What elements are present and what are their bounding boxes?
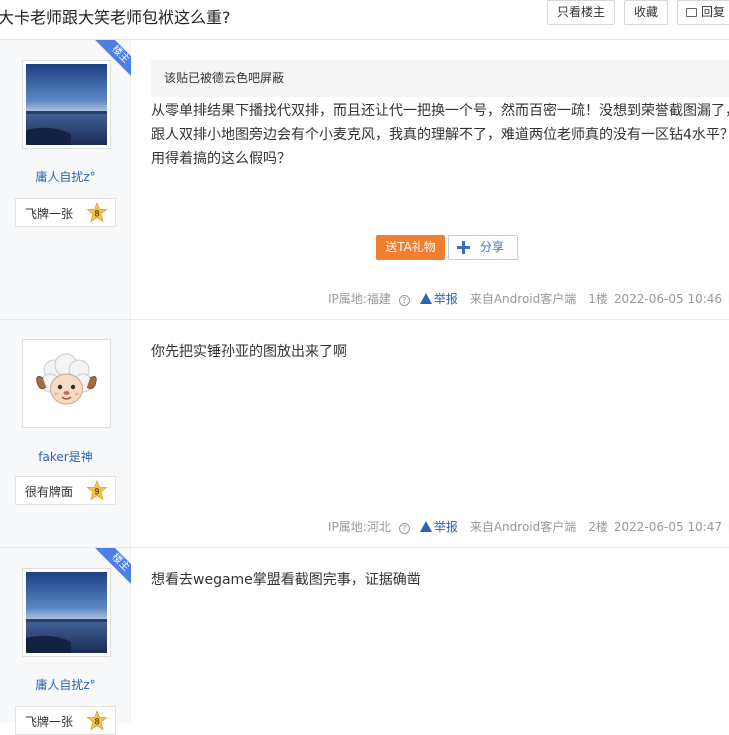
question-icon[interactable]: ? (398, 523, 410, 534)
shield-notice: 该贴已被德云色吧屏蔽 (151, 60, 729, 97)
post-meta: IP属地:河北? 举报 来自Android客户端 2楼 2022-06-05 10:47… (328, 518, 729, 535)
author-panel: 庸人自扰z° 飞牌一张 8 (0, 40, 131, 319)
author-panel: faker是神 很有牌面 9 (0, 320, 131, 547)
op-badge: 楼主 (93, 40, 131, 78)
level-number: 9 (94, 487, 99, 497)
author-name[interactable]: faker是神 (0, 448, 131, 465)
member-level[interactable]: 很有牌面 9 (15, 476, 116, 505)
reply-button-label: 回复 (701, 5, 726, 19)
post-text: 你先把实锤孙亚的图放出来了啊 (151, 344, 347, 360)
post-floor-1: 庸人自扰z° 飞牌一张 8 楼主 该贴已被德云色吧屏蔽 从零单排结果下播找代双排… (0, 40, 729, 320)
op-badge-label: 楼主 (93, 548, 131, 586)
author-name[interactable]: 庸人自扰z° (0, 168, 131, 185)
plus-icon (457, 241, 470, 254)
avatar[interactable] (22, 339, 111, 428)
share-button[interactable]: 分享 (448, 235, 518, 260)
warning-icon (419, 293, 432, 304)
question-icon[interactable]: ? (398, 295, 410, 306)
floor-number: 1楼 (588, 292, 608, 306)
post-floor-2: faker是神 很有牌面 9 你先把实锤孙亚的图放出来了啊 IP属地:河北? 举报… (0, 320, 729, 548)
post-text: 从零单排结果下播找代双排，而且还让代一把换一个号，然而百密一疏！没想到荣誉截图漏… (151, 103, 729, 167)
member-level[interactable]: 飞牌一张 8 (15, 706, 116, 735)
level-title: 飞牌一张 (25, 715, 74, 729)
level-star-icon: 9 (86, 480, 108, 501)
member-level[interactable]: 飞牌一张 8 (15, 198, 116, 227)
post-text: 想看去wegame掌盟看截图完事，证据确凿 (151, 572, 421, 588)
source-text: 来自Android客户端 (469, 520, 577, 534)
level-star-icon: 8 (86, 202, 108, 223)
avatar-sheep-image (26, 343, 107, 424)
report-link[interactable]: 举报 (419, 292, 464, 306)
op-badge-label: 楼主 (93, 40, 131, 78)
share-label: 分享 (480, 240, 505, 254)
ip-location: IP属地:福建 (328, 292, 391, 306)
floor-number: 2楼 (588, 520, 608, 534)
post-meta: IP属地:福建? 举报 来自Android客户端 1楼 2022-06-05 10:46… (328, 290, 729, 307)
level-title: 飞牌一张 (25, 207, 74, 221)
thread-title: 大卡老师跟大笑老师包袱这么重? (0, 8, 231, 27)
collect-button[interactable]: 收藏 (624, 0, 668, 25)
post-floor-3: 庸人自扰z° 飞牌一张 8 楼主 想看去wegame掌盟看截图完事，证据确凿 (0, 548, 729, 735)
level-title: 很有牌面 (25, 485, 74, 499)
source-text: 来自Android客户端 (469, 292, 577, 306)
author-name[interactable]: 庸人自扰z° (0, 676, 131, 693)
report-label: 举报 (433, 292, 458, 306)
level-number: 8 (94, 209, 99, 219)
level-number: 8 (94, 717, 99, 727)
post-time: 2022-06-05 10:46 (613, 292, 723, 306)
only-op-button[interactable]: 只看楼主 (547, 0, 615, 25)
reply-icon (686, 8, 697, 17)
reply-button[interactable]: 回复 (677, 0, 729, 25)
report-link[interactable]: 举报 (419, 520, 464, 534)
report-label: 举报 (433, 520, 458, 534)
send-gift-button[interactable]: 送TA礼物 (376, 235, 445, 260)
op-badge: 楼主 (93, 548, 131, 586)
post-time: 2022-06-05 10:47 (613, 520, 723, 534)
level-star-icon: 8 (86, 710, 108, 731)
thread-header: 大卡老师跟大笑老师包袱这么重? 只看楼主 收藏 回复 (0, 0, 729, 40)
warning-icon (419, 521, 432, 532)
ip-location: IP属地:河北 (328, 520, 391, 534)
